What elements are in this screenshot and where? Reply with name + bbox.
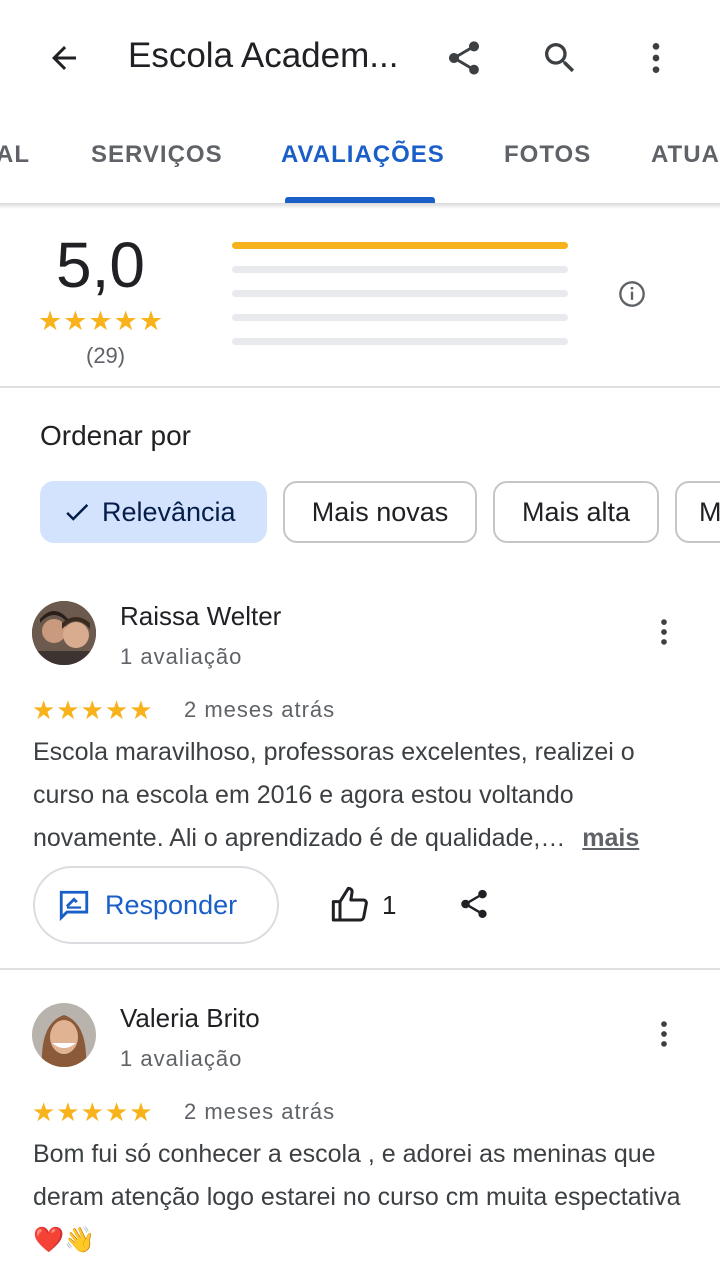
more-vert-icon bbox=[661, 619, 667, 645]
reviewer-name[interactable]: Valeria Brito bbox=[120, 1003, 260, 1034]
average-rating-stars: ★★★★★ bbox=[38, 306, 165, 336]
rating-bar-2[interactable] bbox=[232, 314, 568, 321]
rating-bar-5[interactable] bbox=[232, 242, 568, 249]
info-icon bbox=[619, 281, 645, 307]
sort-chip-label: M bbox=[699, 496, 720, 527]
tab-services[interactable]: SERVIÇOS bbox=[91, 141, 223, 169]
reviewer-review-count: 1 avaliação bbox=[120, 1046, 243, 1071]
sort-chip-label: Mais novas bbox=[311, 496, 449, 527]
search-icon bbox=[545, 43, 575, 73]
rating-bar-1[interactable] bbox=[232, 338, 568, 345]
review-stars: ★★★★★ bbox=[32, 695, 154, 725]
avatar[interactable] bbox=[32, 601, 96, 665]
respond-label: Responder bbox=[105, 889, 238, 920]
review-date: 2 meses atrás bbox=[184, 1099, 336, 1124]
check-icon bbox=[66, 503, 89, 521]
sort-chip-relevance[interactable]: Relevância bbox=[40, 481, 267, 543]
more-vert-icon bbox=[652, 43, 660, 73]
reviewer-name[interactable]: Raissa Welter bbox=[120, 601, 281, 632]
review-menu-button[interactable] bbox=[644, 1014, 684, 1054]
rating-bar-4[interactable] bbox=[232, 266, 568, 273]
review-date: 2 meses atrás bbox=[184, 697, 336, 722]
avatar-photo bbox=[32, 601, 96, 665]
sort-chip-label: Relevância bbox=[102, 496, 236, 527]
summary-divider bbox=[0, 386, 720, 388]
rating-bar-3[interactable] bbox=[232, 290, 568, 297]
search-button[interactable] bbox=[536, 34, 584, 82]
thumb-up-icon bbox=[331, 886, 368, 922]
more-options-button[interactable] bbox=[632, 34, 680, 82]
sort-chip-newest[interactable]: Mais novas bbox=[283, 481, 477, 543]
review-text: Bom fui só conhecer a escola , e adorei … bbox=[33, 1140, 681, 1254]
more-vert-icon bbox=[661, 1021, 667, 1047]
read-more-link[interactable]: mais bbox=[582, 824, 639, 852]
back-button[interactable] bbox=[40, 34, 88, 82]
tabs-shadow bbox=[0, 203, 720, 209]
review-divider bbox=[0, 968, 720, 970]
tab-updates[interactable]: ATUAL bbox=[651, 141, 720, 169]
sort-title: Ordenar por bbox=[40, 420, 191, 451]
tab-reviews[interactable]: AVALIAÇÕES bbox=[281, 141, 445, 169]
reply-icon bbox=[59, 890, 89, 922]
avatar[interactable] bbox=[32, 1003, 96, 1067]
info-button[interactable] bbox=[618, 280, 646, 313]
share-review-button[interactable] bbox=[454, 884, 494, 924]
sort-chip-highest[interactable]: Mais alta bbox=[493, 481, 659, 543]
review-menu-button[interactable] bbox=[644, 612, 684, 652]
tab-bar: AL SERVIÇOS AVALIAÇÕES FOTOS ATUAL bbox=[0, 115, 720, 205]
review-count: (29) bbox=[86, 343, 126, 368]
like-button[interactable]: 1 bbox=[330, 880, 410, 930]
sort-chip-label: Mais alta bbox=[521, 496, 631, 527]
tab-photos[interactable]: FOTOS bbox=[504, 141, 591, 169]
average-rating: 5,0 bbox=[56, 229, 145, 301]
respond-button[interactable]: Responder bbox=[33, 866, 279, 944]
share-icon bbox=[461, 889, 487, 919]
review-body: Escola maravilhoso, professoras excelent… bbox=[33, 738, 635, 852]
reviewer-review-count: 1 avaliação bbox=[120, 644, 243, 669]
tab-overview[interactable]: AL bbox=[0, 141, 30, 169]
top-app-bar: Escola Academ... bbox=[0, 0, 720, 115]
share-button[interactable] bbox=[440, 34, 488, 82]
rating-bar-fill bbox=[232, 242, 568, 249]
back-arrow-icon bbox=[52, 46, 76, 70]
review-text: Escola maravilhoso, professoras excelent… bbox=[33, 731, 693, 860]
like-count: 1 bbox=[382, 889, 397, 920]
avatar-photo bbox=[32, 1003, 96, 1067]
sort-chip-lowest[interactable]: M bbox=[675, 481, 720, 543]
page-title: Escola Academ... bbox=[128, 36, 399, 75]
review-stars: ★★★★★ bbox=[32, 1097, 154, 1127]
share-icon bbox=[449, 41, 479, 75]
